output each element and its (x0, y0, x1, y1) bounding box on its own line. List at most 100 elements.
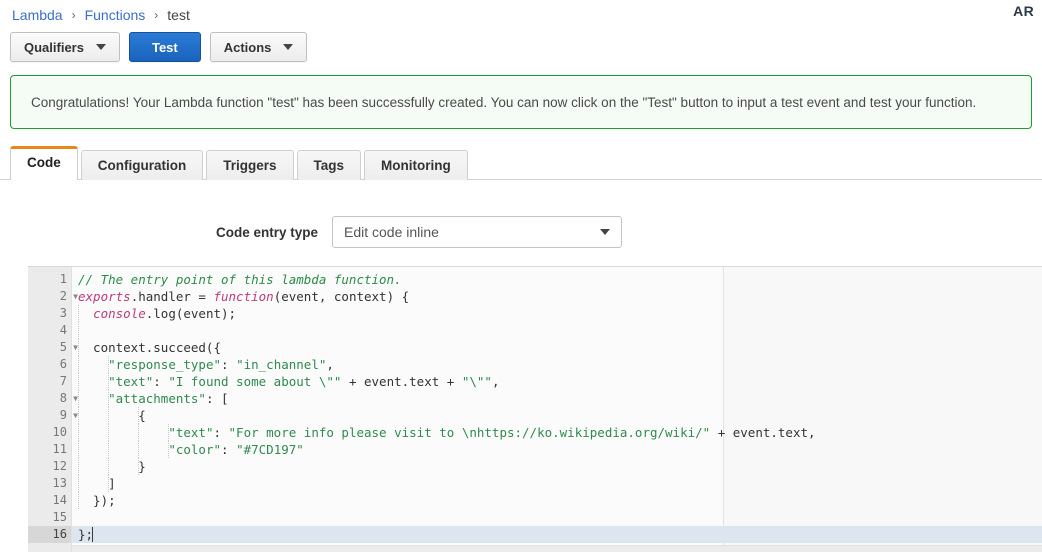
editor-line-number[interactable]: 11 (28, 441, 71, 458)
editor-code-area[interactable]: // The entry point of this lambda functi… (72, 267, 1042, 552)
editor-code-line[interactable]: }; (72, 526, 1042, 543)
editor-code-line[interactable]: { (72, 407, 1042, 424)
editor-code-line[interactable]: ] (72, 475, 1042, 492)
code-entry-type-select[interactable]: Edit code inline (332, 216, 622, 248)
breadcrumb-item-test: test (167, 7, 190, 23)
editor-code-line[interactable] (72, 509, 1042, 526)
success-alert-message: Congratulations! Your Lambda function "t… (31, 94, 977, 110)
tab-configuration[interactable]: Configuration (80, 150, 204, 180)
tab-tags[interactable]: Tags (296, 150, 362, 180)
code-token: }); (78, 493, 116, 508)
editor-indent-guide (138, 441, 140, 458)
editor-line-number[interactable]: 6 (28, 356, 71, 373)
tab-label: Monitoring (381, 158, 451, 173)
editor-horizontal-scrollbar[interactable] (28, 545, 1042, 552)
tab-label: Triggers (223, 158, 277, 173)
code-token: "text" (108, 374, 154, 389)
qualifiers-button-label: Qualifiers (24, 39, 84, 55)
editor-line-number[interactable]: 13 (28, 475, 71, 492)
editor-line-number[interactable]: 8 ▼ (28, 390, 78, 407)
code-fold-toggle-icon[interactable]: ▼ (71, 339, 80, 356)
action-toolbar: Qualifiers Test Actions (0, 26, 1042, 70)
chevron-down-icon (600, 229, 610, 235)
editor-indent-guide (138, 407, 140, 424)
test-button-label: Test (151, 39, 178, 55)
code-token: "text" (168, 425, 214, 440)
breadcrumb-item-functions[interactable]: Functions (85, 7, 146, 23)
editor-line-number[interactable]: 15 (28, 509, 71, 526)
code-entry-type-row: Code entry type Edit code inline (0, 216, 1042, 248)
account-menu-label[interactable]: AR (1013, 3, 1034, 19)
breadcrumb: Lambda › Functions › test AR (0, 0, 1042, 26)
editor-code-line[interactable]: "text": "For more info please visit to \… (72, 424, 1042, 441)
code-token: (event, context) { (273, 289, 410, 304)
editor-line-number[interactable]: 2 ▼ (28, 288, 78, 305)
editor-indent-guide (78, 424, 80, 441)
editor-line-number[interactable]: 14 (28, 492, 71, 509)
tab-monitoring[interactable]: Monitoring (364, 150, 468, 180)
code-fold-toggle-icon[interactable]: ▼ (71, 288, 80, 305)
editor-code-line[interactable]: // The entry point of this lambda functi… (72, 271, 1042, 288)
code-entry-type-value: Edit code inline (344, 224, 439, 240)
code-token: }; (78, 527, 94, 542)
editor-line-number[interactable]: 5 ▼ (28, 339, 78, 356)
editor-code-line[interactable]: context.succeed({ (72, 339, 1042, 356)
editor-indent-guide (138, 424, 140, 441)
code-token: : (221, 357, 237, 372)
editor-line-number[interactable]: 4 (28, 322, 71, 339)
editor-indent-guide (108, 356, 110, 373)
test-button[interactable]: Test (128, 32, 201, 62)
editor-code-line[interactable]: "response_type": "in_channel", (72, 356, 1042, 373)
editor-line-number[interactable]: 9 ▼ (28, 407, 78, 424)
tab-code[interactable]: Code (10, 146, 78, 180)
editor-line-number[interactable]: 12 (28, 458, 71, 475)
actions-button[interactable]: Actions (209, 32, 308, 62)
editor-code-line[interactable]: "color": "#7CD197" (72, 441, 1042, 458)
editor-code-line[interactable]: } (72, 458, 1042, 475)
editor-code-line[interactable]: exports.handler = function(event, contex… (72, 288, 1042, 305)
code-token: , (491, 374, 500, 389)
code-token: , (326, 357, 334, 372)
tab-label: Tags (313, 158, 345, 173)
code-token: : (153, 374, 169, 389)
actions-button-label: Actions (223, 39, 272, 55)
editor-indent-guide (78, 305, 80, 322)
editor-indent-guide (108, 441, 110, 458)
tab-triggers[interactable]: Triggers (206, 150, 294, 180)
editor-indent-guide (78, 475, 80, 492)
code-editor[interactable]: 1 2 ▼ 3 4 5 ▼ 6 7 8 ▼ 9 ▼ 10 11 12 13 14 15 16 // The entry… (28, 266, 1042, 552)
code-token: } (78, 459, 146, 474)
editor-line-number[interactable]: 3 (28, 305, 71, 322)
code-token: : (213, 425, 229, 440)
editor-indent-guide (78, 373, 80, 390)
qualifiers-button[interactable]: Qualifiers (10, 32, 120, 62)
breadcrumb-item-lambda[interactable]: Lambda (12, 7, 63, 23)
chevron-down-icon (95, 44, 106, 50)
editor-code-line[interactable]: console.log(event); (72, 305, 1042, 322)
code-token: "For more info please visit to \nhttps:/… (228, 425, 711, 440)
code-token: console (93, 306, 146, 321)
editor-line-number[interactable]: 16 (28, 526, 71, 543)
code-token: : [ (205, 391, 229, 406)
editor-code-line[interactable]: "text": "I found some about \"" + event.… (72, 373, 1042, 390)
code-token: // The entry point of this lambda functi… (78, 272, 402, 287)
editor-line-number-gutter[interactable]: 1 2 ▼ 3 4 5 ▼ 6 7 8 ▼ 9 ▼ 10 11 12 13 14 15 16 (28, 267, 78, 552)
editor-line-number[interactable]: 1 (28, 271, 71, 288)
code-token: "response_type" (108, 357, 221, 372)
editor-code-line[interactable] (72, 322, 1042, 339)
editor-indent-guide (78, 458, 80, 475)
editor-indent-guide (168, 424, 170, 441)
code-token: "attachments" (108, 391, 206, 406)
code-fold-toggle-icon[interactable]: ▼ (71, 390, 80, 407)
code-fold-toggle-icon[interactable]: ▼ (71, 407, 80, 424)
editor-code-line[interactable]: "attachments": [ (72, 390, 1042, 407)
editor-indent-guide (108, 407, 110, 424)
editor-code-line[interactable]: }); (72, 492, 1042, 509)
editor-line-number[interactable]: 7 (28, 373, 71, 390)
code-token: + event.text + (341, 374, 462, 389)
editor-line-number[interactable]: 10 (28, 424, 71, 441)
